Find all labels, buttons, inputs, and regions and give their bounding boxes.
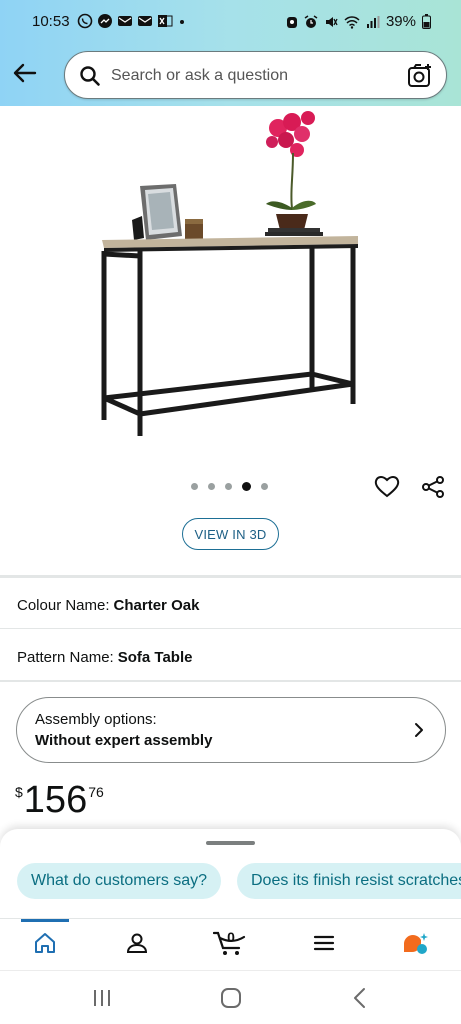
notification-icons <box>77 13 187 29</box>
carousel-dot[interactable] <box>225 483 232 490</box>
app-header: 10:53 39% Search or ask a question <box>0 0 461 106</box>
orchid-flowers <box>266 111 315 209</box>
excel-icon <box>158 15 173 27</box>
battery-percent: 39% <box>385 13 416 30</box>
search-icon <box>80 66 100 86</box>
battery-icon <box>422 14 431 29</box>
assembly-value: Without expert assembly <box>35 732 213 749</box>
picture-frame <box>132 184 182 240</box>
divider <box>0 575 461 578</box>
rufus-icon[interactable] <box>402 931 430 957</box>
status-bar: 10:53 39% <box>0 0 461 44</box>
home-button-icon[interactable] <box>220 987 242 1009</box>
home-icon[interactable] <box>33 931 57 955</box>
price-whole: 156 <box>23 779 88 821</box>
account-icon[interactable] <box>125 931 149 955</box>
price-fraction: 76 <box>88 784 104 800</box>
active-tab-indicator <box>21 919 69 922</box>
attribute-value: Charter Oak <box>113 597 200 614</box>
messenger-icon <box>98 14 112 28</box>
table-frame <box>101 246 356 436</box>
recent-apps-icon[interactable] <box>92 989 112 1007</box>
assembly-label: Assembly options: <box>35 711 157 728</box>
search-bar[interactable]: Search or ask a question <box>64 51 447 99</box>
mail-icon <box>118 16 132 26</box>
attribute-label: Colour Name: <box>17 597 110 614</box>
divider <box>0 628 461 629</box>
assembly-options-selector[interactable]: Assembly options: Without expert assembl… <box>16 697 446 763</box>
whatsapp-icon <box>77 13 93 29</box>
suggestion-chip[interactable]: Does its finish resist scratches? <box>237 863 461 899</box>
status-time: 10:53 <box>32 13 70 30</box>
sheet-drag-handle[interactable] <box>206 841 255 845</box>
wifi-icon <box>344 15 360 29</box>
android-icon <box>286 16 297 28</box>
alarm-icon <box>304 14 318 28</box>
share-icon[interactable] <box>421 475 445 499</box>
carousel-dot-active[interactable] <box>242 482 251 491</box>
heart-icon[interactable] <box>374 474 400 498</box>
suggestions-sheet: What do customers say? Does its finish r… <box>0 829 461 921</box>
price-currency: $ <box>15 784 23 800</box>
image-carousel-dots <box>191 482 268 491</box>
carousel-dot[interactable] <box>191 483 198 490</box>
price: $ 156 76 <box>15 780 104 820</box>
divider <box>0 680 461 682</box>
dot-icon <box>180 20 184 24</box>
camera-scan-icon[interactable] <box>407 63 433 89</box>
carousel-dot[interactable] <box>208 483 215 490</box>
back-arrow-icon[interactable] <box>10 58 40 88</box>
pattern-name-row[interactable]: Pattern Name: Sofa Table <box>17 649 192 666</box>
cart-count-badge: 0 <box>227 929 235 945</box>
product-image[interactable] <box>90 108 380 448</box>
menu-icon[interactable] <box>312 931 336 955</box>
flower-pot <box>276 214 308 230</box>
attribute-value: Sofa Table <box>117 649 193 666</box>
colour-name-row[interactable]: Colour Name: Charter Oak <box>17 597 199 614</box>
carousel-dot[interactable] <box>261 483 268 490</box>
signal-icon <box>366 15 380 28</box>
view-in-3d-button[interactable]: VIEW IN 3D <box>182 518 279 550</box>
mail-icon <box>138 16 152 26</box>
chevron-right-icon <box>415 723 423 737</box>
search-input[interactable]: Search or ask a question <box>111 67 288 85</box>
system-icons: 39% <box>286 13 431 30</box>
mute-icon <box>325 16 338 27</box>
suggestion-chip[interactable]: What do customers say? <box>17 863 222 899</box>
back-button-icon[interactable] <box>352 987 368 1009</box>
system-nav-bar <box>0 970 461 1024</box>
attribute-label: Pattern Name: <box>17 649 114 666</box>
